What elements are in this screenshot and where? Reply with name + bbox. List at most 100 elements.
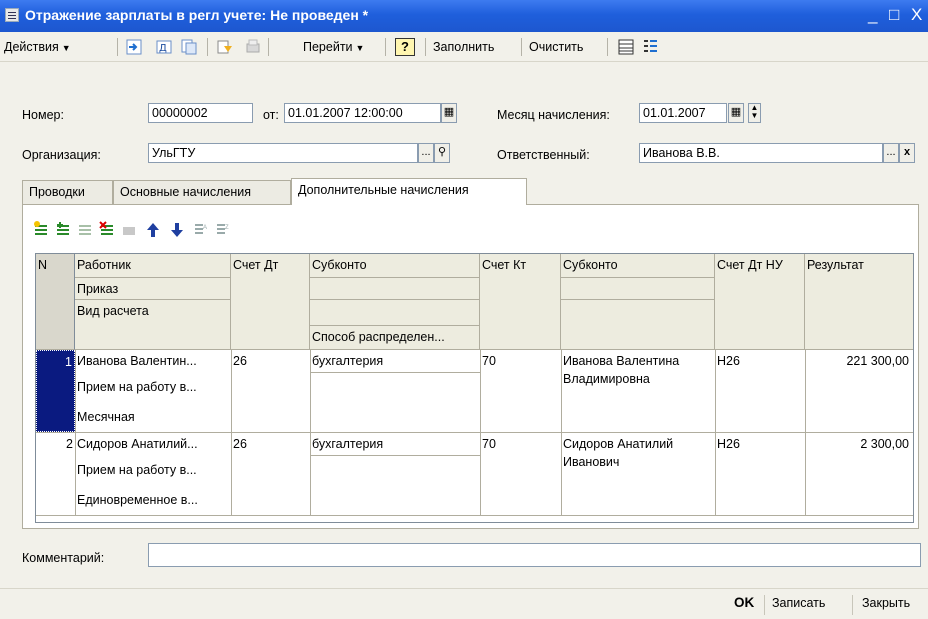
actions-label: Действия: [4, 40, 59, 54]
number-label: Номер:: [22, 108, 64, 122]
structure-icon[interactable]: [180, 38, 198, 56]
accruals-table[interactable]: N Работник Приказ Вид расчета Счет Дт Су…: [35, 253, 914, 523]
responsible-field[interactable]: Иванова В.В.: [639, 143, 883, 163]
organization-label: Организация:: [22, 148, 101, 162]
comment-field[interactable]: [148, 543, 921, 567]
number-field[interactable]: 00000002: [148, 103, 253, 123]
header-subconto1-3: [310, 300, 480, 326]
help-button[interactable]: ?: [395, 38, 415, 56]
row2-n[interactable]: 2: [36, 433, 75, 455]
organization-select-button[interactable]: ...: [418, 143, 434, 163]
minimize-button[interactable]: _: [868, 3, 877, 27]
dropdown-arrow-icon: ▼: [355, 43, 365, 53]
row2-debit[interactable]: 26: [231, 433, 310, 455]
document-icon: [5, 8, 19, 22]
row1-debit[interactable]: 26: [231, 350, 310, 372]
row2-subconto2-line2[interactable]: Иванович: [561, 451, 715, 473]
ok-button[interactable]: OK: [734, 595, 754, 610]
tab-additional-accruals[interactable]: Дополнительные начисления: [291, 178, 527, 205]
header-distribution[interactable]: Способ распределен...: [310, 326, 480, 350]
copy-document-icon[interactable]: [216, 38, 234, 56]
goto-menu-button[interactable]: Перейти ▼: [303, 36, 364, 58]
header-debit[interactable]: Счет Дт: [231, 254, 310, 350]
grid-line: [310, 372, 480, 373]
row1-calc-type[interactable]: Месячная: [75, 402, 231, 432]
header-worker[interactable]: Работник: [75, 254, 231, 278]
button-separator: [764, 595, 765, 615]
row2-worker[interactable]: Сидоров Анатилий...: [75, 433, 231, 455]
add-row-icon[interactable]: [33, 221, 49, 239]
header-subconto2-3: [561, 300, 715, 350]
month-label: Месяц начисления:: [497, 108, 610, 122]
close-button[interactable]: Закрыть: [862, 596, 910, 610]
header-credit[interactable]: Счет Кт: [480, 254, 561, 350]
header-subconto1[interactable]: Субконто: [310, 254, 480, 278]
header-calc-type[interactable]: Вид расчета: [75, 300, 231, 350]
row1-subconto1[interactable]: бухгалтерия: [310, 350, 480, 372]
row1-order[interactable]: Прием на работу в...: [75, 372, 231, 402]
row1-credit[interactable]: 70: [480, 350, 561, 372]
move-up-icon[interactable]: [145, 221, 161, 239]
header-order[interactable]: Приказ: [75, 278, 231, 300]
comment-label: Комментарий:: [22, 551, 105, 565]
delete-row-icon[interactable]: [99, 221, 115, 239]
tab-main-accruals[interactable]: Основные начисления: [113, 180, 291, 204]
tab-postings[interactable]: Проводки: [22, 180, 113, 204]
print-icon-disabled: [246, 39, 260, 53]
add-copy-row-icon[interactable]: [55, 221, 71, 239]
row2-credit[interactable]: 70: [480, 433, 561, 455]
clear-button[interactable]: Очистить: [529, 36, 583, 58]
calendar-icon[interactable]: ▦: [441, 103, 457, 123]
window-titlebar: Отражение зарплаты в регл учете: Не пров…: [0, 0, 928, 32]
date-field[interactable]: 01.01.2007 12:00:00: [284, 103, 441, 123]
tree-view-icon[interactable]: [641, 38, 659, 56]
clear-x-icon[interactable]: x: [899, 143, 915, 163]
post-document-icon[interactable]: [125, 38, 143, 56]
row2-debit-nu[interactable]: Н26: [715, 433, 805, 455]
toolbar-separator: [425, 38, 426, 56]
row1-subconto2-line1[interactable]: Иванова Валентина: [561, 350, 715, 368]
actions-menu-button[interactable]: Действия ▼: [4, 36, 71, 58]
header-result[interactable]: Результат: [805, 254, 913, 350]
row2-subconto2-line1[interactable]: Сидоров Анатилий: [561, 433, 715, 451]
end-edit-icon-disabled: [123, 227, 135, 235]
row1-n[interactable]: 1: [36, 350, 75, 432]
toolbar-separator: [521, 38, 522, 56]
row1-result[interactable]: 221 300,00: [805, 350, 913, 372]
search-icon[interactable]: ⚲: [434, 143, 450, 163]
movements-icon[interactable]: Д: [155, 38, 173, 56]
header-debit-nu[interactable]: Счет Дт НУ: [715, 254, 805, 350]
svg-text:A: A: [203, 225, 207, 231]
sort-asc-icon-disabled: A: [195, 224, 207, 234]
row2-subconto1[interactable]: бухгалтерия: [310, 433, 480, 455]
row2-order[interactable]: Прием на работу в...: [75, 455, 231, 485]
toolbar-separator: [207, 38, 208, 56]
row1-worker[interactable]: Иванова Валентин...: [75, 350, 231, 372]
row-separator: [36, 515, 913, 516]
grid-line: [310, 455, 480, 456]
move-down-icon[interactable]: [169, 221, 185, 239]
fill-button[interactable]: Заполнить: [433, 36, 494, 58]
row2-result[interactable]: 2 300,00: [805, 433, 913, 455]
row1-debit-nu[interactable]: Н26: [715, 350, 805, 372]
month-spin-button[interactable]: ▲ ▼: [748, 103, 761, 123]
calendar-icon[interactable]: ▦: [728, 103, 744, 123]
toolbar-separator: [607, 38, 608, 56]
header-n: N: [36, 254, 75, 350]
close-window-button[interactable]: X: [911, 3, 922, 27]
tab-panel: A Z N Работник Приказ Вид расчета Счет Д…: [22, 204, 919, 529]
header-subconto2[interactable]: Субконто: [561, 254, 715, 278]
row1-subconto2-line2[interactable]: Владимировна: [561, 368, 715, 390]
list-view-icon[interactable]: [617, 38, 635, 56]
goto-label: Перейти: [303, 40, 353, 54]
main-toolbar: Действия ▼ Д Перейти ▼ ? Заполнить Очистит…: [0, 32, 928, 62]
responsible-select-button[interactable]: ...: [883, 143, 899, 163]
save-button[interactable]: Записать: [772, 596, 825, 610]
maximize-button[interactable]: □: [889, 3, 899, 27]
month-field[interactable]: 01.01.2007: [639, 103, 727, 123]
row2-calc-type[interactable]: Единовременное в...: [75, 485, 231, 515]
bottom-button-bar: OK Записать Закрыть: [0, 588, 928, 619]
svg-text:Д: Д: [159, 43, 167, 54]
organization-field[interactable]: УльГТУ: [148, 143, 418, 163]
row-separator: [36, 432, 913, 433]
